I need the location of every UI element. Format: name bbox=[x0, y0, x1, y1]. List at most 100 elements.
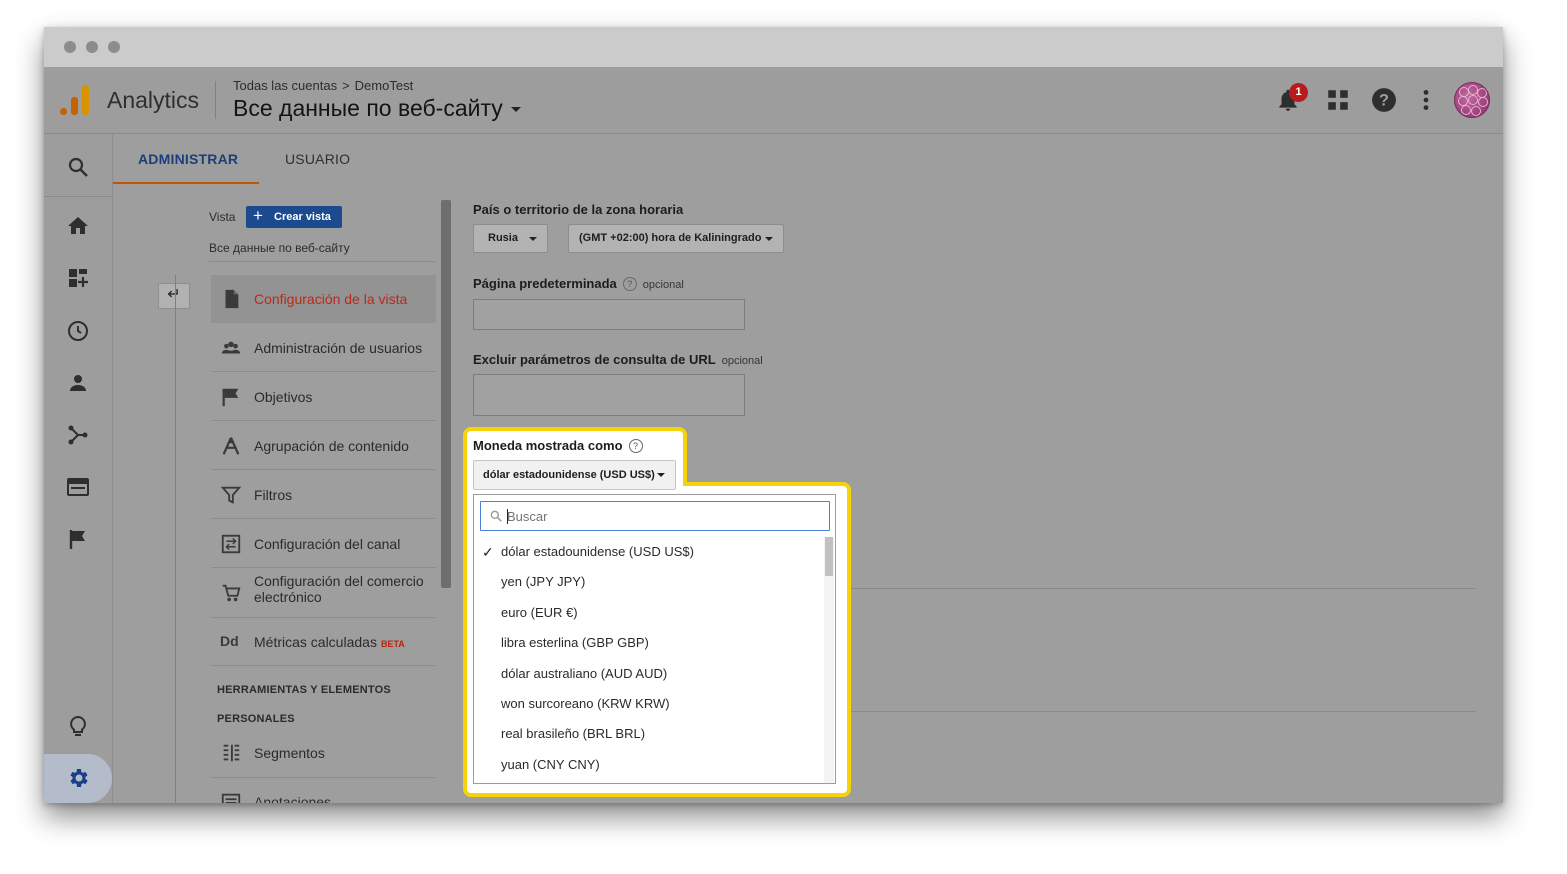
tools-section-heading-2: PERSONALES bbox=[217, 713, 295, 725]
nav-item-label: Filtros bbox=[254, 487, 293, 503]
nav-item-content-grouping[interactable]: Agrupación de contenido bbox=[211, 422, 436, 470]
breadcrumb[interactable]: Todas las cuentas > DemoTest bbox=[233, 78, 413, 93]
dropdown-scroll-thumb[interactable] bbox=[825, 537, 833, 576]
exclude-params-label: Excluir parámetros de consulta de URL opc… bbox=[473, 352, 763, 367]
nav-item-label: Métricas calculadas BETA bbox=[254, 634, 405, 650]
tab-administrar[interactable]: ADMINISTRAR bbox=[138, 151, 238, 167]
view-selector[interactable]: Все данные по веб-сайту bbox=[233, 95, 521, 122]
divider bbox=[209, 261, 436, 262]
create-view-label: Crear vista bbox=[274, 211, 331, 223]
home-icon[interactable] bbox=[66, 214, 90, 238]
divider bbox=[844, 711, 1476, 712]
svg-text:?: ? bbox=[1379, 91, 1389, 109]
timezone-label: País o territorio de la zona horaria bbox=[473, 202, 684, 217]
currency-option-krw[interactable]: won surcoreano (KRW KRW) bbox=[474, 689, 824, 719]
nav-item-label: Segmentos bbox=[254, 745, 325, 761]
default-page-input[interactable] bbox=[473, 299, 745, 330]
annotations-icon bbox=[221, 793, 241, 803]
nav-item-label: Objetivos bbox=[254, 389, 313, 405]
breadcrumb-account[interactable]: Todas las cuentas bbox=[233, 78, 337, 93]
segments-icon bbox=[223, 744, 240, 762]
apps-grid-icon[interactable] bbox=[1325, 87, 1351, 113]
exclude-params-label-text: Excluir parámetros de consulta de URL bbox=[473, 352, 716, 367]
help-icon[interactable]: ? bbox=[622, 277, 637, 291]
tab-usuario[interactable]: USUARIO bbox=[285, 151, 350, 167]
flag-icon bbox=[222, 388, 239, 407]
search-icon[interactable] bbox=[66, 155, 90, 179]
window-maximize-dot[interactable] bbox=[108, 41, 120, 53]
nav-item-segments[interactable]: Segmentos bbox=[211, 729, 436, 778]
gear-icon[interactable] bbox=[66, 766, 90, 790]
option-label: yen (JPY JPY) bbox=[501, 574, 586, 589]
text-cursor bbox=[507, 509, 508, 524]
nav-item-label: Administración de usuarios bbox=[254, 340, 423, 356]
timezone-select[interactable]: (GMT +02:00) hora de Kaliningrado bbox=[568, 224, 784, 253]
channel-settings-icon bbox=[221, 534, 241, 554]
nav-item-label: Configuración del comercio electrónico bbox=[254, 573, 424, 605]
view-title: Все данные по веб-сайту bbox=[233, 95, 503, 121]
currency-option-usd[interactable]: ✓ dólar estadounidense (USD US$) bbox=[474, 537, 824, 567]
default-page-label: Página predeterminada? opcional bbox=[473, 276, 684, 291]
admin-rail-item[interactable] bbox=[44, 754, 112, 803]
create-view-button[interactable]: + Crear vista bbox=[246, 206, 342, 228]
customization-dashboard-icon[interactable] bbox=[66, 266, 90, 290]
conversions-flag-icon[interactable] bbox=[66, 527, 90, 551]
help-icon[interactable]: ? bbox=[1371, 87, 1397, 113]
filter-icon bbox=[220, 486, 242, 504]
back-arrow-button[interactable]: ↵ bbox=[158, 283, 190, 309]
left-rail bbox=[44, 134, 113, 803]
country-select[interactable]: Rusia bbox=[473, 224, 548, 253]
notification-count-badge: 1 bbox=[1289, 83, 1308, 102]
nav-item-label: Configuración del canal bbox=[254, 536, 401, 552]
currency-option-gbp[interactable]: libra esterlina (GBP GBP) bbox=[474, 628, 824, 658]
nav-item-goals[interactable]: Objetivos bbox=[211, 373, 436, 421]
currency-option-aud[interactable]: dólar australiano (AUD AUD) bbox=[474, 659, 824, 689]
currency-option-eur[interactable]: euro (EUR €) bbox=[474, 598, 824, 628]
window-minimize-dot[interactable] bbox=[86, 41, 98, 53]
nav-scrollbar[interactable] bbox=[441, 200, 451, 588]
currency-search[interactable] bbox=[480, 501, 830, 531]
beta-badge: BETA bbox=[380, 639, 405, 649]
option-label: yuan (CNY CNY) bbox=[501, 757, 600, 772]
option-label: euro (EUR €) bbox=[501, 605, 578, 620]
window-titlebar bbox=[44, 27, 1503, 67]
chevron-down-icon bbox=[657, 473, 665, 477]
avatar[interactable] bbox=[1454, 82, 1490, 118]
more-vert-icon[interactable] bbox=[1413, 87, 1439, 113]
window-close-dot[interactable] bbox=[64, 41, 76, 53]
view-column-label: Vista bbox=[209, 210, 236, 224]
option-label: dólar estadounidense (USD US$) bbox=[501, 544, 694, 559]
admin-tabs: ADMINISTRAR USUARIO bbox=[113, 134, 1503, 184]
option-label: dólar australiano (AUD AUD) bbox=[501, 666, 668, 681]
currency-option-jpy[interactable]: yen (JPY JPY) bbox=[474, 567, 824, 597]
nav-item-filters[interactable]: Filtros bbox=[211, 471, 436, 519]
option-label: won surcoreano (KRW KRW) bbox=[501, 696, 670, 711]
breadcrumb-property[interactable]: DemoTest bbox=[355, 78, 414, 93]
behavior-browser-icon[interactable] bbox=[66, 475, 90, 499]
breadcrumb-separator: > bbox=[342, 78, 350, 93]
exclude-params-textarea[interactable] bbox=[473, 374, 745, 416]
nav-item-annotations[interactable]: Anotaciones bbox=[211, 778, 436, 803]
currency-select[interactable]: dólar estadounidense (USD US$) bbox=[473, 460, 676, 490]
nav-item-label: Agrupación de contenido bbox=[254, 438, 409, 454]
nav-item-calculated-metrics[interactable]: Dd Métricas calculadas BETA bbox=[211, 618, 436, 666]
nav-item-ecommerce-settings[interactable]: Configuración del comercio electrónico bbox=[211, 569, 436, 618]
nav-item-channel-settings[interactable]: Configuración del canal bbox=[211, 520, 436, 568]
optional-tag: opcional bbox=[642, 279, 684, 291]
document-icon bbox=[225, 289, 239, 309]
active-tab-indicator bbox=[113, 182, 259, 184]
audience-person-icon[interactable] bbox=[66, 371, 90, 395]
lightbulb-icon[interactable] bbox=[66, 715, 90, 739]
content-grouping-icon bbox=[222, 437, 240, 455]
currency-search-input[interactable] bbox=[507, 506, 807, 526]
currency-option-brl[interactable]: real brasileño (BRL BRL) bbox=[474, 719, 824, 749]
acquisition-icon[interactable] bbox=[66, 423, 90, 447]
clock-icon[interactable] bbox=[66, 319, 90, 343]
cart-icon bbox=[222, 584, 241, 602]
nav-item-user-management[interactable]: Administración de usuarios bbox=[211, 324, 436, 372]
nav-item-view-settings[interactable]: Configuración de la vista bbox=[211, 275, 436, 323]
analytics-logo-icon[interactable] bbox=[60, 85, 90, 115]
help-icon[interactable]: ? bbox=[628, 439, 643, 453]
currency-option-cny[interactable]: yuan (CNY CNY) bbox=[474, 750, 824, 780]
view-name-selector[interactable]: Все данные по веб-сайту bbox=[209, 241, 350, 255]
